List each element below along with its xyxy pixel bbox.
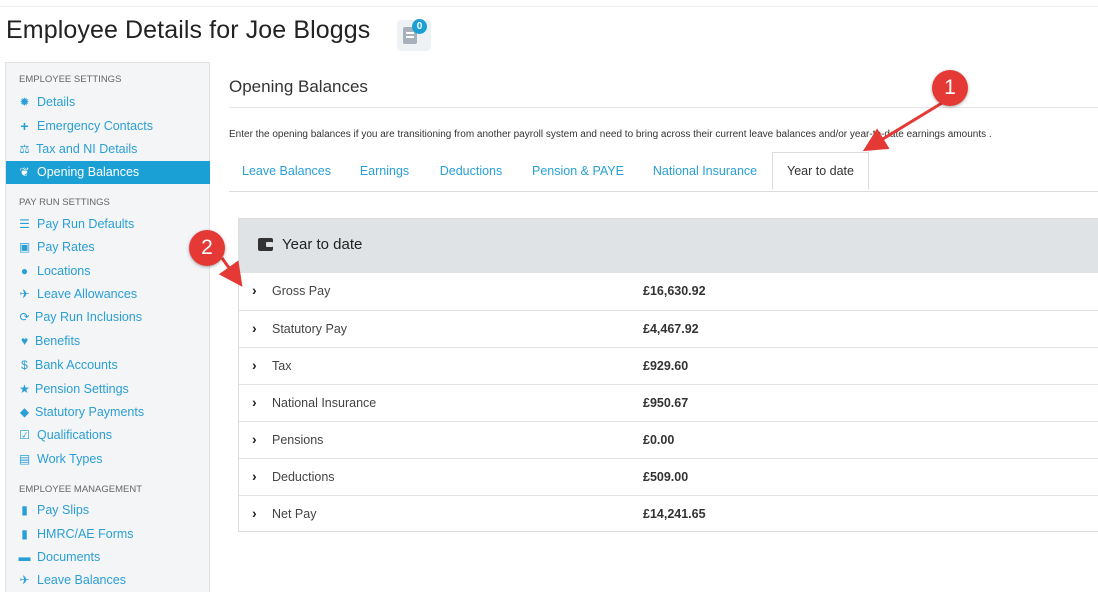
- annotation-badge-2: 2: [189, 230, 225, 266]
- annotation-arrow-2: [218, 257, 243, 287]
- annotation-arrow-1: [862, 101, 943, 152]
- annotation-badge-1: 1: [932, 70, 968, 106]
